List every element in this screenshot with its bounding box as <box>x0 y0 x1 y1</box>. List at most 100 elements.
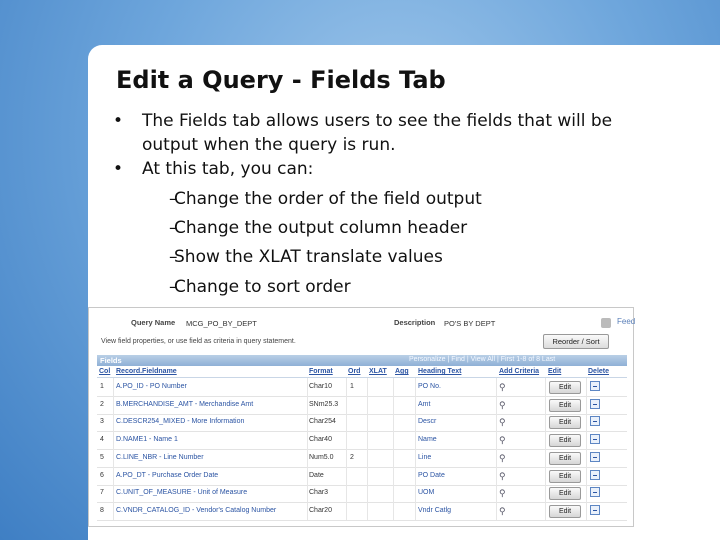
col-header-format[interactable]: Format <box>309 368 333 375</box>
cell-heading-text[interactable]: Amt <box>418 401 430 408</box>
bullet-dot-icon: • <box>113 159 124 179</box>
delete-row-icon[interactable] <box>590 469 600 480</box>
column-divider <box>586 413 587 432</box>
edit-button[interactable]: Edit <box>549 398 581 412</box>
column-divider <box>113 431 114 450</box>
delete-row-icon[interactable] <box>590 504 600 515</box>
delete-row-icon[interactable] <box>590 451 600 462</box>
grid-pagination[interactable]: Personalize | Find | View All | First 1-… <box>409 356 555 363</box>
column-divider <box>367 431 368 450</box>
column-divider <box>113 466 114 485</box>
cell-fieldname[interactable]: D.NAME1 - Name 1 <box>116 436 178 443</box>
edit-button[interactable]: Edit <box>549 469 581 483</box>
column-divider <box>346 378 347 396</box>
edit-button[interactable]: Edit <box>549 434 581 448</box>
delete-row-icon[interactable] <box>590 398 600 409</box>
edit-button[interactable]: Edit <box>549 381 581 394</box>
description-label: Description <box>394 318 436 327</box>
column-divider <box>367 501 368 520</box>
column-divider <box>545 484 546 503</box>
bullet-1-line-2: output when the query is run. <box>142 135 396 155</box>
rss-feed-icon[interactable] <box>601 318 611 328</box>
column-divider <box>307 484 308 503</box>
delete-row-icon[interactable] <box>590 487 600 498</box>
col-header-add-criteria[interactable]: Add Criteria <box>499 368 539 375</box>
col-header-xlat[interactable]: XLAT <box>369 368 387 375</box>
col-header-heading-text[interactable]: Heading Text <box>418 368 461 375</box>
column-divider <box>496 466 497 485</box>
cell-col: 6 <box>100 471 104 479</box>
subbullet-2: Change the output column header <box>174 218 468 238</box>
col-header-ord[interactable]: Ord <box>348 368 360 375</box>
cell-fieldname[interactable]: C.DESCR254_MIXED - More Information <box>116 418 244 425</box>
column-divider <box>586 395 587 414</box>
column-divider <box>393 501 394 520</box>
table-row: 4 D.NAME1 - Name 1 Char40 Name ⚲ Edit <box>97 431 627 451</box>
delete-row-icon[interactable] <box>590 381 600 391</box>
cell-heading-text[interactable]: PO No. <box>418 383 441 390</box>
column-divider <box>113 501 114 520</box>
edit-button[interactable]: Edit <box>549 487 581 501</box>
cell-col: 5 <box>100 453 104 461</box>
column-divider <box>367 466 368 485</box>
column-divider <box>367 448 368 467</box>
col-header-fieldname[interactable]: Record.Fieldname <box>116 368 177 375</box>
edit-button[interactable]: Edit <box>549 504 581 518</box>
cell-fieldname[interactable]: C.VNDR_CATALOG_ID - Vendor's Catalog Num… <box>116 507 276 514</box>
column-divider <box>393 448 394 467</box>
col-header-edit[interactable]: Edit <box>548 368 561 375</box>
column-divider <box>586 501 587 520</box>
cell-fieldname[interactable]: A.PO_ID - PO Number <box>116 383 187 390</box>
column-divider <box>415 378 416 396</box>
cell-heading-text[interactable]: PO Date <box>418 472 445 479</box>
cell-heading-text[interactable]: Name <box>418 436 437 443</box>
add-criteria-filter-icon[interactable]: ⚲ <box>499 453 506 464</box>
cell-format: Char10 <box>309 383 332 390</box>
col-header-agg[interactable]: Agg <box>395 368 409 375</box>
cell-col: 2 <box>100 400 104 408</box>
column-divider <box>346 431 347 450</box>
reorder-sort-button[interactable]: Reorder / Sort <box>543 334 609 349</box>
feed-link[interactable]: Feed <box>617 317 635 326</box>
column-divider <box>496 448 497 467</box>
col-header-col[interactable]: Col <box>99 368 110 375</box>
cell-heading-text[interactable]: Descr <box>418 418 436 425</box>
cell-fieldname[interactable]: A.PO_DT - Purchase Order Date <box>116 472 218 479</box>
cell-heading-text[interactable]: UOM <box>418 489 434 496</box>
add-criteria-filter-icon[interactable]: ⚲ <box>499 488 506 499</box>
column-divider <box>393 431 394 450</box>
add-criteria-filter-icon[interactable]: ⚲ <box>499 400 506 411</box>
column-divider <box>367 413 368 432</box>
edit-button[interactable]: Edit <box>549 416 581 430</box>
cell-format: Char3 <box>309 489 329 497</box>
table-row: 8 C.VNDR_CATALOG_ID - Vendor's Catalog Nu… <box>97 501 627 521</box>
cell-heading-text[interactable]: Vndr Catlg <box>418 507 451 514</box>
table-row: 3 C.DESCR254_MIXED - More Information Char… <box>97 413 627 433</box>
add-criteria-filter-icon[interactable]: ⚲ <box>499 417 506 428</box>
add-criteria-filter-icon[interactable]: ⚲ <box>499 382 506 393</box>
cell-fieldname[interactable]: C.UNIT_OF_MEASURE - Unit of Measure <box>116 489 247 496</box>
delete-row-icon[interactable] <box>590 434 600 445</box>
cell-fieldname[interactable]: C.LINE_NBR - Line Number <box>116 454 204 461</box>
column-divider <box>586 378 587 396</box>
column-divider <box>496 501 497 520</box>
col-header-delete[interactable]: Delete <box>588 368 609 375</box>
cell-col: 8 <box>100 506 104 514</box>
edit-button[interactable]: Edit <box>549 451 581 465</box>
query-name-value: MCG_PO_BY_DEPT <box>186 319 257 328</box>
column-divider <box>496 378 497 396</box>
add-criteria-filter-icon[interactable]: ⚲ <box>499 471 506 482</box>
column-divider <box>307 395 308 414</box>
subbullet-3: Show the XLAT translate values <box>174 247 443 267</box>
table-row: 2 B.MERCHANDISE_AMT - Merchandise Amt SNm2… <box>97 395 627 415</box>
add-criteria-filter-icon[interactable]: ⚲ <box>499 435 506 446</box>
column-divider <box>367 378 368 396</box>
delete-row-icon[interactable] <box>590 416 600 427</box>
column-divider <box>113 395 114 414</box>
cell-heading-text[interactable]: Line <box>418 454 431 461</box>
add-criteria-filter-icon[interactable]: ⚲ <box>499 506 506 517</box>
column-divider <box>545 395 546 414</box>
cell-fieldname[interactable]: B.MERCHANDISE_AMT - Merchandise Amt <box>116 401 253 408</box>
description-value: PO'S BY DEPT <box>444 319 496 328</box>
column-divider <box>496 431 497 450</box>
